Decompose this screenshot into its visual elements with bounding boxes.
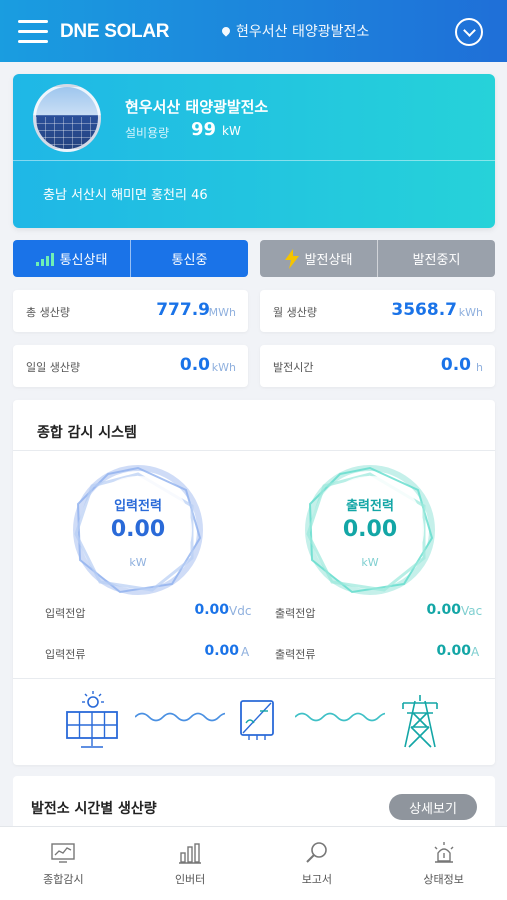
- daily-production-card: 일일 생산량 0.0 kWh: [13, 345, 248, 387]
- location-selector[interactable]: 현우서산 태양광발전소: [220, 21, 370, 41]
- stat-unit: h: [476, 361, 483, 374]
- generation-time-card: 발전시간 0.0 h: [260, 345, 495, 387]
- stat-unit: MWh: [208, 306, 236, 319]
- output-power-unit: kW: [361, 556, 379, 569]
- flow-wave-icon: [295, 712, 385, 722]
- divider: [13, 678, 495, 679]
- nav-label: 상태정보: [423, 873, 464, 886]
- divider: [13, 160, 495, 161]
- output-voltage-value: 0.00: [426, 602, 461, 618]
- solar-panel-icon: [66, 691, 118, 748]
- comm-status-value: 통신중: [171, 253, 208, 268]
- nav-item-report[interactable]: 보고서: [254, 827, 381, 900]
- gen-status-label: 발전상태: [304, 253, 353, 268]
- stat-label: 월 생산량: [273, 306, 317, 319]
- lightning-icon: [284, 248, 299, 269]
- input-power-value: 0.00: [110, 517, 166, 542]
- comm-status-label: 통신상태: [59, 253, 108, 268]
- nav-item-status[interactable]: 상태정보: [380, 827, 507, 900]
- capacity-label: 설비용량: [125, 126, 170, 140]
- stat-unit: kWh: [211, 361, 236, 374]
- output-voltage-label: 출력전압: [275, 607, 316, 620]
- stat-value: 0.0: [179, 355, 210, 375]
- flow-wave-icon: [135, 712, 225, 722]
- stat-value: 0.0: [440, 355, 471, 375]
- plant-name: 현우서산 태양광발전소: [125, 98, 269, 116]
- output-current-label: 출력전류: [275, 648, 316, 661]
- power-tower-icon: [402, 695, 438, 748]
- stat-value: 777.9: [156, 300, 210, 320]
- input-current-label: 입력전류: [45, 648, 86, 661]
- plant-photo: [33, 84, 101, 152]
- monthly-production-card: 월 생산량 3568.7 kWh: [260, 290, 495, 332]
- nav-label: 보고서: [301, 873, 333, 886]
- output-current-value: 0.00: [436, 643, 471, 659]
- chevron-down-icon[interactable]: [455, 18, 483, 46]
- alarm-light-icon: [434, 842, 454, 863]
- monitor-chart-icon: [51, 843, 76, 863]
- input-voltage-label: 입력전압: [45, 607, 86, 620]
- nav-item-overview[interactable]: 종합감시: [0, 827, 127, 900]
- menu-icon[interactable]: [18, 20, 48, 44]
- bottom-nav: 종합감시 인버터 보고서 상태정보: [0, 826, 507, 900]
- stat-label: 총 생산량: [26, 306, 70, 319]
- input-power-unit: kW: [129, 556, 147, 569]
- stat-label: 일일 생산량: [26, 361, 81, 374]
- nav-label: 인버터: [174, 873, 206, 886]
- plant-card: 현우서산 태양광발전소 설비용량 99 kW 충남 서산시 해미면 홍천리 46: [13, 74, 495, 228]
- stat-unit: kWh: [458, 306, 483, 319]
- output-power-value: 0.00: [342, 517, 398, 542]
- stat-label: 발전시간: [273, 361, 314, 374]
- divider: [13, 450, 495, 451]
- monitoring-panel: 종합 감시 시스템 입력전력 0.00 kW 출력전력 0.00 kW 입력전압…: [13, 400, 495, 765]
- input-current-value: 0.00: [204, 643, 239, 659]
- inverter-icon: [240, 700, 274, 740]
- input-power-label: 입력전력: [114, 499, 162, 514]
- input-voltage-unit: Vdc: [229, 604, 252, 618]
- input-current-unit: A: [241, 645, 250, 659]
- stat-value: 3568.7: [391, 300, 457, 320]
- total-production-card: 총 생산량 777.9 MWh: [13, 290, 248, 332]
- gen-status-value: 발전중지: [412, 253, 461, 268]
- detail-button[interactable]: 상세보기: [389, 794, 477, 820]
- plant-address: 충남 서산시 해미면 홍천리 46: [43, 188, 208, 203]
- input-voltage-value: 0.00: [194, 602, 229, 618]
- output-voltage-unit: Vac: [461, 604, 483, 618]
- capacity-value: 99: [191, 119, 217, 140]
- capacity-unit: kW: [222, 124, 241, 138]
- location-label: 현우서산 태양광발전소: [236, 24, 370, 40]
- search-icon: [306, 842, 327, 863]
- output-power-gauge: 출력전력 0.00 kW: [300, 460, 440, 600]
- comm-status-bar: 통신상태 통신중: [13, 240, 248, 277]
- app-brand: DNE SOLAR: [60, 21, 170, 42]
- nav-label: 종합감시: [43, 873, 84, 886]
- signal-icon: [35, 252, 54, 266]
- bar-chart-icon: [179, 843, 202, 864]
- hourly-title: 발전소 시간별 생산량: [31, 801, 157, 817]
- output-current-unit: A: [471, 645, 480, 659]
- nav-item-inverter[interactable]: 인버터: [127, 827, 254, 900]
- app-header: DNE SOLAR 현우서산 태양광발전소: [0, 0, 507, 62]
- gen-status-bar: 발전상태 발전중지: [260, 240, 495, 277]
- location-pin-icon: [220, 25, 232, 37]
- input-power-gauge: 입력전력 0.00 kW: [68, 460, 208, 600]
- output-power-label: 출력전력: [346, 499, 394, 514]
- monitor-title: 종합 감시 시스템: [37, 425, 137, 441]
